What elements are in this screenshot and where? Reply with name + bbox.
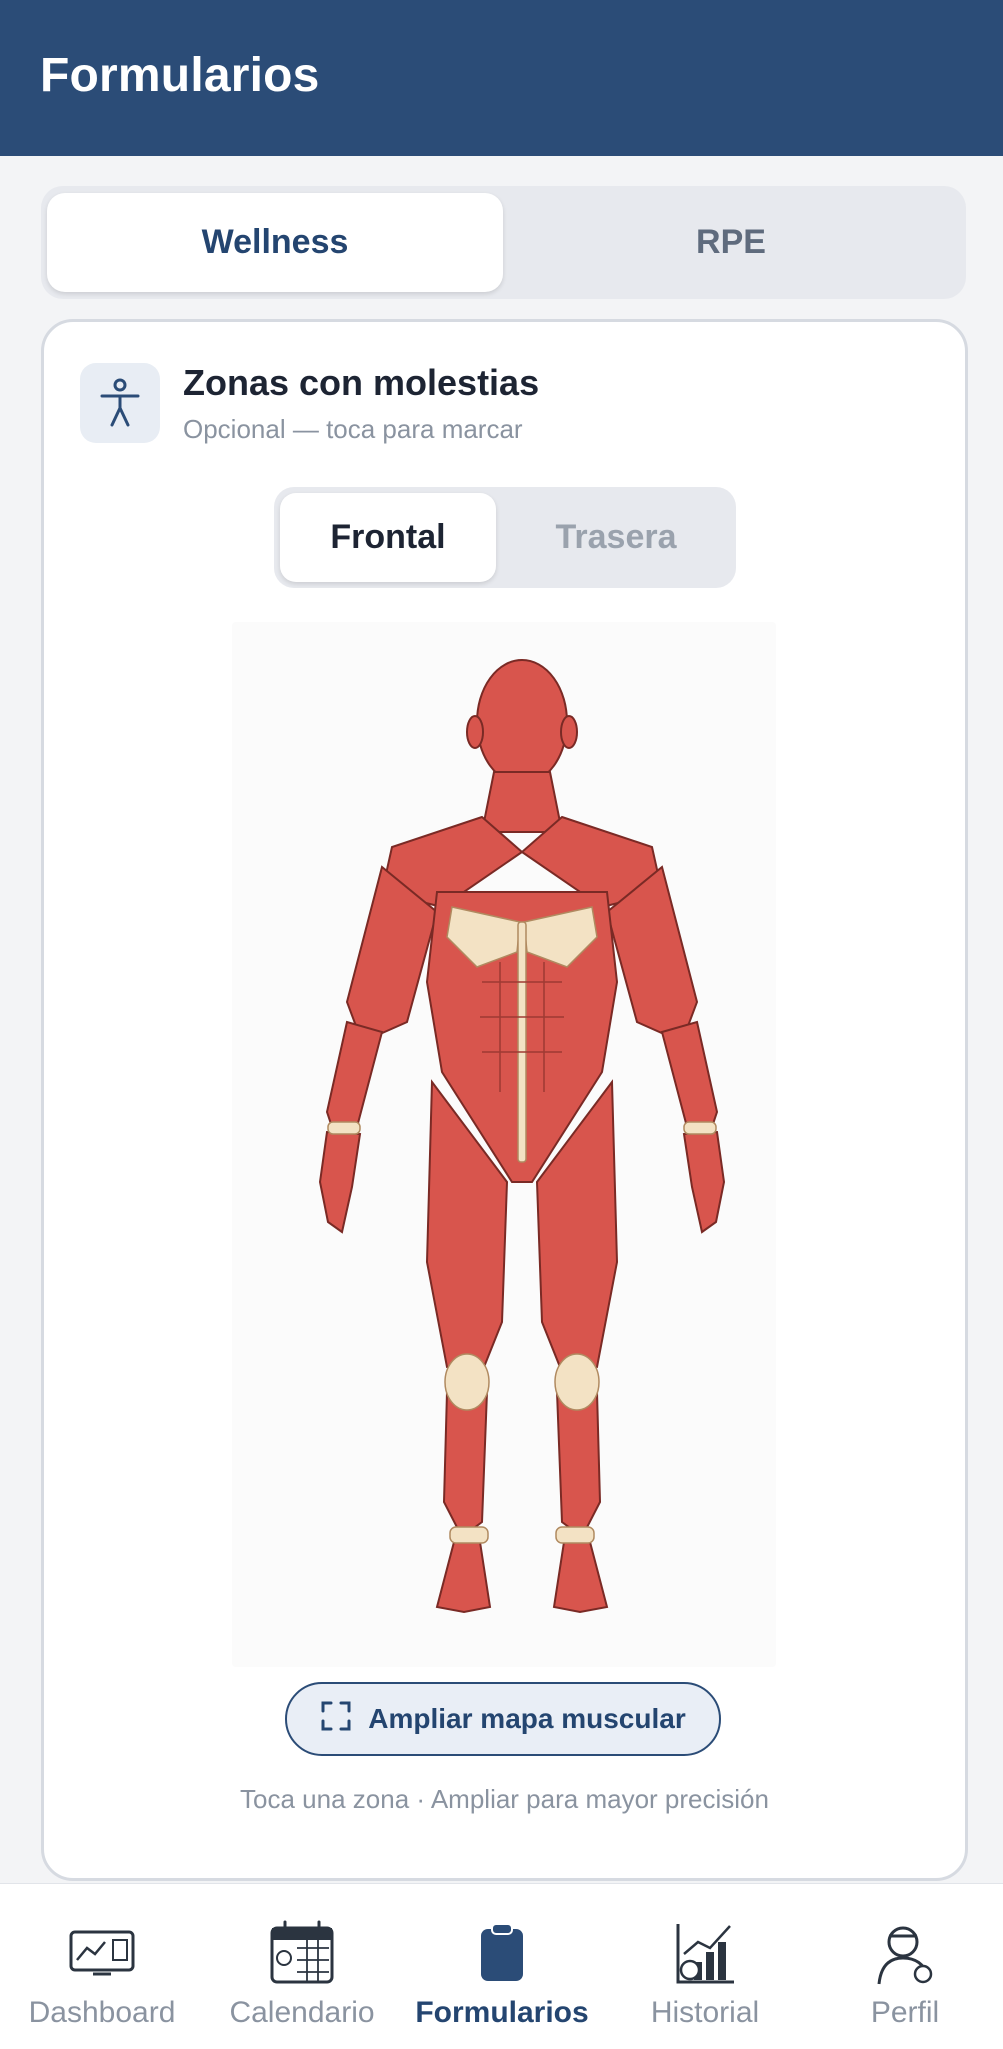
app-header: Formularios xyxy=(0,0,1003,156)
dashboard-icon xyxy=(67,1920,137,1986)
body-map-hint: Toca una zona · Ampliar para mayor preci… xyxy=(240,1784,769,1814)
form-tabs: Wellness RPE xyxy=(41,186,966,299)
nav-item-historial[interactable]: Historial xyxy=(615,1920,795,2030)
player-profile-icon xyxy=(870,1920,940,1986)
analytics-icon xyxy=(670,1920,740,1986)
expand-muscle-map-button[interactable]: Ampliar mapa muscular xyxy=(285,1682,721,1756)
nav-item-formularios[interactable]: Formularios xyxy=(412,1920,592,2030)
card-title: Zonas con molestias xyxy=(183,362,540,403)
nav-label-dashboard: Dashboard xyxy=(28,1996,176,2029)
calendar-icon xyxy=(267,1920,337,1986)
muscle-body-map[interactable] xyxy=(232,622,776,1667)
page-title: Formularios xyxy=(40,49,320,102)
card-subtitle: Opcional — toca para marcar xyxy=(183,414,523,444)
tab-rpe[interactable]: RPE xyxy=(503,193,959,292)
nav-item-perfil[interactable]: Perfil xyxy=(815,1920,995,2030)
pain-zones-card: Zonas con molestias Opcional — toca para… xyxy=(41,319,968,1881)
clipboard-icon xyxy=(467,1920,537,1986)
expand-icon xyxy=(320,1700,352,1739)
muscle-figure-illustration[interactable] xyxy=(232,622,776,1667)
view-trasera-button[interactable]: Trasera xyxy=(508,493,724,582)
nav-label-formularios: Formularios xyxy=(415,1996,589,2029)
expand-button-label: Ampliar mapa muscular xyxy=(368,1703,686,1734)
nav-label-calendario: Calendario xyxy=(229,1996,375,2029)
nav-item-dashboard[interactable]: Dashboard xyxy=(12,1920,192,2030)
nav-label-perfil: Perfil xyxy=(870,1996,940,2029)
tab-wellness[interactable]: Wellness xyxy=(47,193,503,292)
bottom-navigation: Dashboard Calendario Formularios Histori… xyxy=(0,1883,1003,2049)
body-view-toggle: Frontal Trasera xyxy=(274,487,736,588)
view-frontal-button[interactable]: Frontal xyxy=(280,493,496,582)
nav-item-calendario[interactable]: Calendario xyxy=(212,1920,392,2030)
nav-label-historial: Historial xyxy=(650,1996,760,2029)
person-accessibility-icon xyxy=(80,363,160,443)
